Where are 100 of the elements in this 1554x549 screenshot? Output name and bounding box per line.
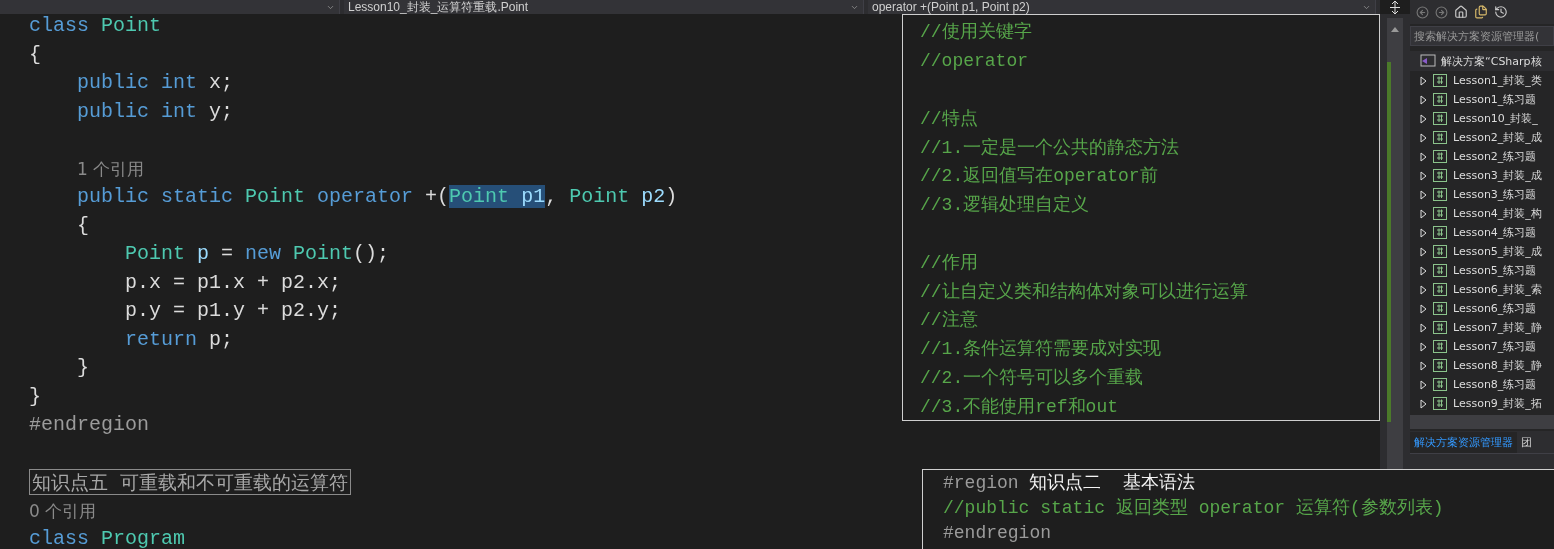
- expand-arrow-icon[interactable]: [1420, 303, 1427, 314]
- reference-count[interactable]: 1 个引用: [77, 158, 145, 179]
- tree-item[interactable]: Lesson1_练习题: [1453, 92, 1537, 107]
- class-dropdown[interactable]: Lesson10_封装_运算符重载.Point: [344, 0, 864, 14]
- code-line: {: [29, 44, 41, 65]
- tree-item[interactable]: Lesson2_封装_成: [1453, 130, 1542, 145]
- project-icon: [1433, 283, 1447, 296]
- expand-arrow-icon[interactable]: [1420, 246, 1427, 257]
- code-line: {: [77, 215, 90, 236]
- project-icon: [1433, 226, 1447, 239]
- project-icon: [1433, 359, 1447, 372]
- project-icon: [1433, 302, 1447, 315]
- project-icon: [1433, 169, 1447, 182]
- scroll-up-arrow-icon[interactable]: [1391, 26, 1399, 32]
- project-icon: [1433, 112, 1447, 125]
- expand-arrow-icon[interactable]: [1420, 379, 1427, 390]
- code-line: Point p = new Point();: [125, 244, 390, 265]
- code-comment: //让自定义类和结构体对象可以进行运算: [920, 281, 1248, 302]
- tree-item[interactable]: Lesson10_封装_: [1453, 111, 1538, 126]
- expand-arrow-icon[interactable]: [1420, 189, 1427, 200]
- code-line: }: [77, 358, 90, 379]
- tree-item[interactable]: Lesson5_封装_成: [1453, 244, 1542, 259]
- code-comment: //public static 返回类型 operator 运算符(参数列表): [943, 497, 1444, 518]
- tree-item[interactable]: Lesson6_练习题: [1453, 301, 1537, 316]
- project-icon: [1433, 245, 1447, 258]
- code-comment: //3.不能使用ref和out: [920, 396, 1119, 417]
- expand-arrow-icon[interactable]: [1420, 398, 1427, 409]
- tree-item[interactable]: Lesson1_封装_类: [1453, 73, 1542, 88]
- panel-tab[interactable]: 解决方案资源管理器: [1410, 431, 1517, 453]
- project-icon: [1433, 340, 1447, 353]
- code-line: #region 知识点二 基本语法: [943, 472, 1196, 493]
- project-icon: [1433, 74, 1447, 87]
- project-icon: [1433, 397, 1447, 410]
- code-comment: //2.一个符号可以多个重载: [920, 367, 1144, 388]
- project-icon: [1433, 207, 1447, 220]
- tree-item[interactable]: Lesson7_封装_静: [1453, 320, 1542, 335]
- expand-arrow-icon[interactable]: [1420, 265, 1427, 276]
- expand-arrow-icon[interactable]: [1420, 360, 1427, 371]
- project-icon: [1433, 150, 1447, 163]
- code-line: class Point: [29, 16, 162, 37]
- tree-item[interactable]: Lesson8_练习题: [1453, 377, 1537, 392]
- tree-item[interactable]: Lesson3_练习题: [1453, 187, 1537, 202]
- collapsed-region[interactable]: 知识点五 可重载和不可重载的运算符: [29, 469, 352, 496]
- code-line: #endregion: [29, 415, 150, 436]
- tree-item[interactable]: Lesson7_练习题: [1453, 339, 1537, 354]
- expand-arrow-icon[interactable]: [1420, 151, 1427, 162]
- code-comment: //2.返回值写在operator前: [920, 166, 1158, 187]
- project-icon: [1433, 264, 1447, 277]
- code-line: public int y;: [77, 101, 234, 122]
- expand-arrow-icon[interactable]: [1420, 94, 1427, 105]
- project-icon: [1433, 188, 1447, 201]
- search-field[interactable]: 搜索解决方案资源管理器(: [1410, 26, 1554, 46]
- code-line: public int x;: [77, 73, 234, 94]
- code-line: }: [29, 386, 41, 407]
- tree-item[interactable]: Lesson8_封装_静: [1453, 358, 1542, 373]
- tree-item[interactable]: Lesson9_封装_拓: [1453, 396, 1542, 411]
- tree-item[interactable]: Lesson5_练习题: [1453, 263, 1537, 278]
- member-dropdown[interactable]: operator +(Point p1, Point p2): [868, 0, 1376, 14]
- forward-icon[interactable]: [1435, 5, 1448, 19]
- split-icon[interactable]: [1389, 0, 1401, 14]
- solution-icon: [1420, 54, 1436, 68]
- code-line: #endregion: [943, 522, 1052, 543]
- panel-tab[interactable]: 团: [1517, 431, 1536, 453]
- expand-arrow-icon[interactable]: [1420, 132, 1427, 143]
- code-comment: //作用: [920, 252, 978, 273]
- files-icon[interactable]: [1474, 5, 1488, 19]
- expand-arrow-icon[interactable]: [1420, 208, 1427, 219]
- expand-arrow-icon[interactable]: [1420, 113, 1427, 124]
- reference-count[interactable]: 0 个引用: [29, 500, 97, 521]
- code-comment: //注意: [920, 310, 978, 331]
- tree-item[interactable]: Lesson4_练习题: [1453, 225, 1537, 240]
- tree-item[interactable]: Lesson2_练习题: [1453, 149, 1537, 164]
- expand-arrow-icon[interactable]: [1420, 75, 1427, 86]
- expand-arrow-icon[interactable]: [1420, 227, 1427, 238]
- code-comment: //operator: [920, 51, 1029, 72]
- code-line: public static Point operator +(Point p1, Point p2): [77, 187, 678, 208]
- project-icon: [1433, 378, 1447, 391]
- code-line: class Program: [29, 529, 186, 549]
- back-icon[interactable]: [1416, 5, 1429, 19]
- code-comment: //特点: [920, 108, 978, 129]
- tree-item[interactable]: Lesson4_封装_构: [1453, 206, 1542, 221]
- expand-arrow-icon[interactable]: [1420, 341, 1427, 352]
- expand-arrow-icon[interactable]: [1420, 284, 1427, 295]
- history-icon[interactable]: [1494, 5, 1508, 19]
- code-line: return p;: [125, 329, 234, 350]
- code-comment: //1.一定是一个公共的静态方法: [920, 137, 1180, 158]
- code-comment: //使用关键字: [920, 22, 1032, 43]
- horizontal-scrollbar[interactable]: [1410, 415, 1554, 429]
- code-line: p.x = p1.x + p2.x;: [125, 272, 342, 293]
- expand-arrow-icon[interactable]: [1420, 322, 1427, 333]
- tree-item[interactable]: Lesson6_封装_索: [1453, 282, 1542, 297]
- code-comment: //1.条件运算符需要成对实现: [920, 339, 1162, 360]
- project-icon: [1433, 93, 1447, 106]
- code-comment: //3.逻辑处理自定义: [920, 195, 1090, 216]
- project-icon: [1433, 321, 1447, 334]
- code-line: p.y = p1.y + p2.y;: [125, 301, 342, 322]
- expand-arrow-icon[interactable]: [1420, 170, 1427, 181]
- home-icon[interactable]: [1454, 5, 1468, 19]
- project-icon: [1433, 131, 1447, 144]
- tree-item[interactable]: Lesson3_封装_成: [1453, 168, 1542, 183]
